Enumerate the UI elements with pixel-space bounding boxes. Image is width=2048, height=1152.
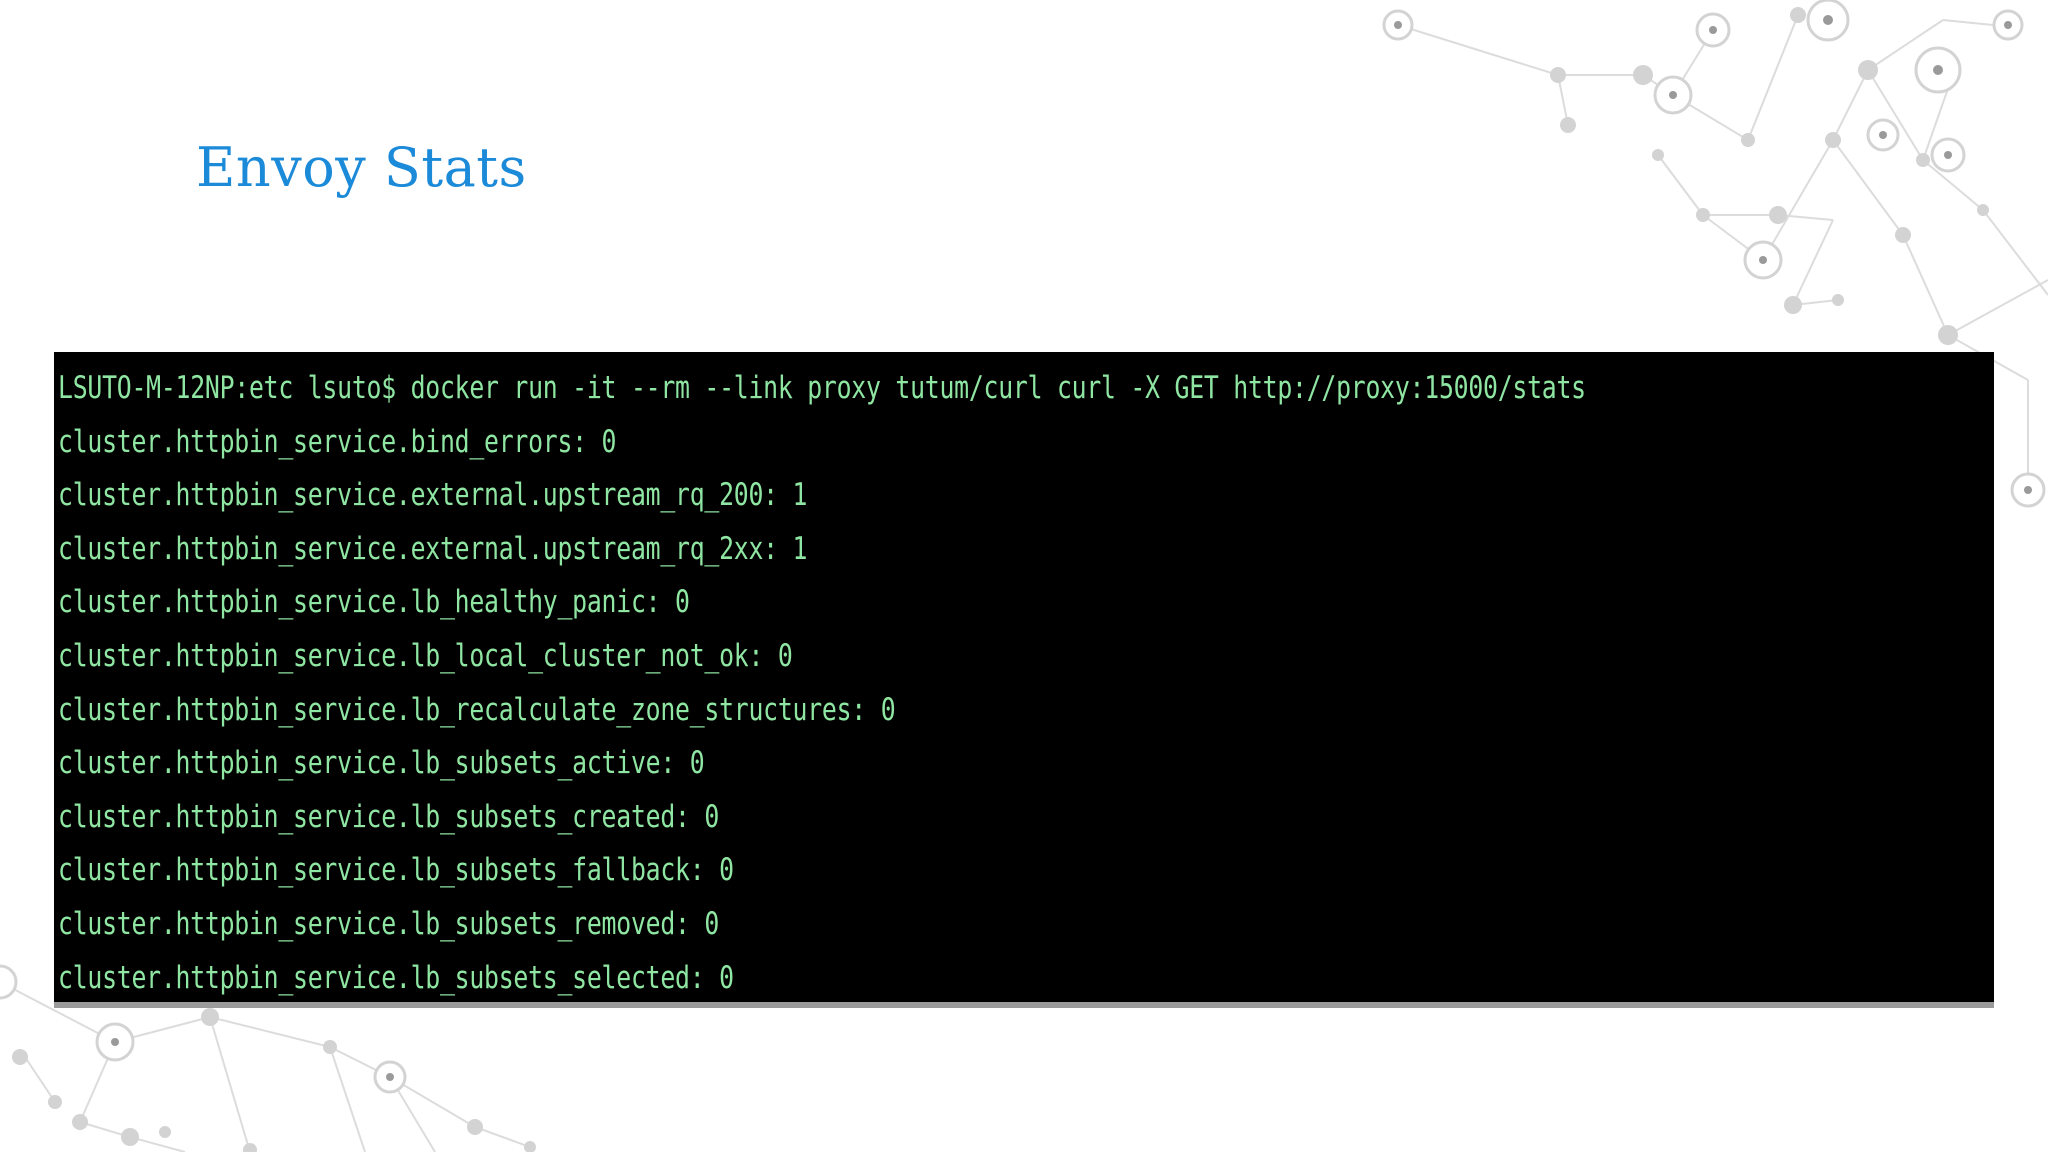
terminal-command-line: LSUTO-M-12NP:etc lsuto$ docker run -it -… (58, 370, 1586, 406)
terminal-output-line: cluster.httpbin_service.lb_local_cluster… (58, 637, 793, 674)
terminal-output-line: cluster.httpbin_service.lb_healthy_panic… (58, 584, 690, 621)
slide-title: Envoy Stats (196, 136, 527, 199)
terminal-output-line: cluster.httpbin_service.external.upstrea… (58, 530, 808, 567)
terminal-output-line: cluster.httpbin_service.external.upstrea… (58, 477, 808, 514)
terminal-output-line: cluster.httpbin_service.lb_subsets_selec… (58, 959, 734, 996)
terminal-output-line: cluster.httpbin_service.lb_recalculate_z… (58, 691, 896, 728)
terminal-output-line: cluster.httpbin_service.lb_subsets_remov… (58, 905, 720, 942)
terminal-output-line: cluster.httpbin_service.lb_subsets_activ… (58, 745, 705, 782)
terminal-output-line: cluster.httpbin_service.bind_errors: 0 (58, 423, 617, 460)
terminal-output-line: cluster.httpbin_service.lb_subsets_creat… (58, 798, 720, 835)
terminal-output-line: cluster.httpbin_service.lb_subsets_fallb… (58, 852, 734, 889)
terminal-screenshot: LSUTO-M-12NP:etc lsuto$ docker run -it -… (54, 352, 1994, 1008)
